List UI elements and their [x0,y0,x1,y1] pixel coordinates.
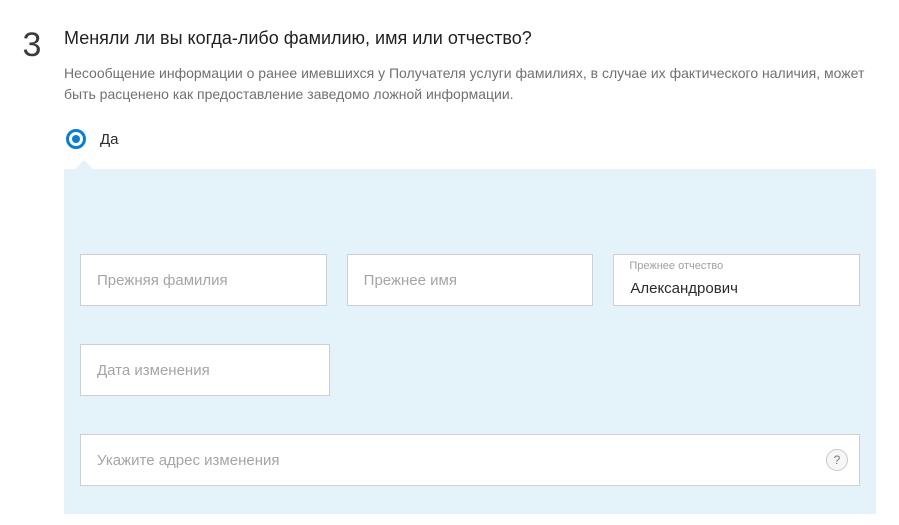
step-number: 3 [0,28,64,169]
change-address-input[interactable] [80,434,860,486]
change-date-input[interactable] [80,344,330,396]
question-title: Меняли ли вы когда-либо фамилию, имя или… [64,28,875,49]
help-icon[interactable]: ? [826,449,848,471]
expanded-panel: Прежнее отчество ? [64,169,876,514]
prev-surname-input[interactable] [80,254,327,306]
radio-yes-label: Да [100,131,119,148]
prev-name-input[interactable] [347,254,594,306]
radio-yes[interactable] [66,129,86,149]
radio-dot-icon [72,135,80,143]
prev-patronymic-label: Прежнее отчество [629,260,723,272]
question-hint: Несообщение информации о ранее имевшихся… [64,63,875,105]
